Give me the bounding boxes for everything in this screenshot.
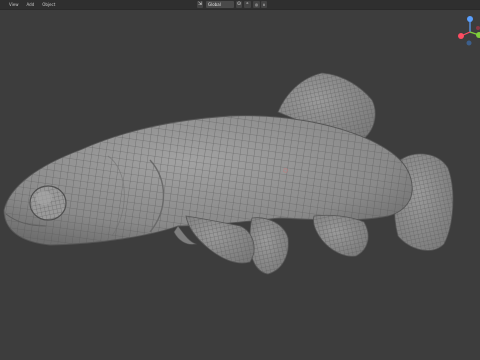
fish-mesh[interactable] (0, 0, 480, 360)
pelvic-fin (249, 217, 289, 275)
anal-fin (313, 214, 369, 257)
3d-cursor-icon (283, 168, 288, 173)
fish-eye (29, 185, 67, 221)
3d-viewport[interactable]: View Add Object ⇲ Global ⊙ ⚬ ◎ ∧ (0, 0, 480, 360)
